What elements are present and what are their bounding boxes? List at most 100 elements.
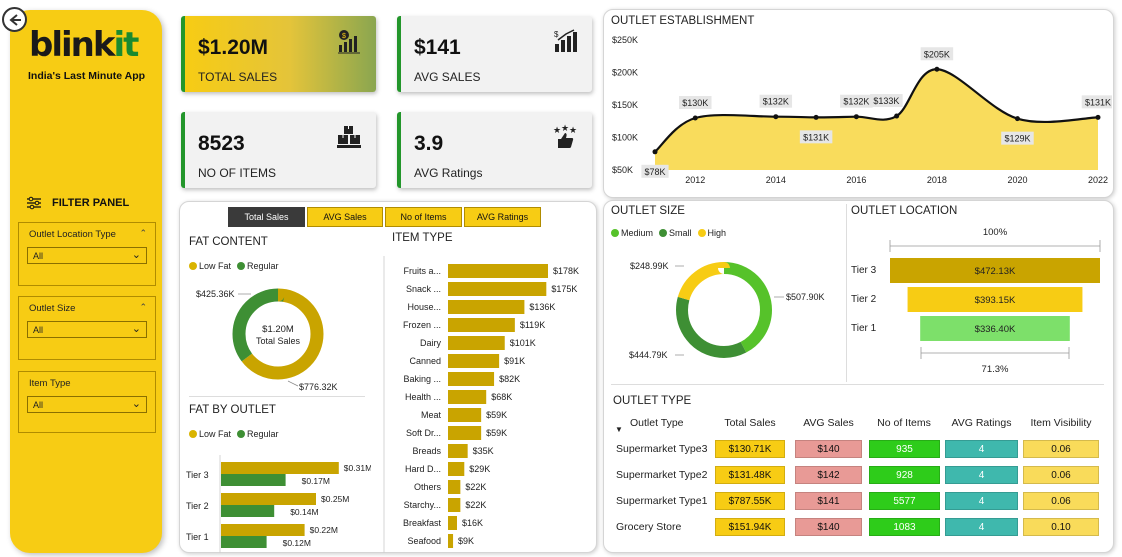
x-tick-label: 2022 [1088,175,1108,185]
regular-value-label: $425.36K [196,289,235,299]
cell-avg-sales: $142 [795,466,862,484]
outlet-establishment-title: OUTLET ESTABLISHMENT [611,15,755,27]
x-tick-label: 2018 [927,175,947,185]
item-type-category-label: Hard D... [405,464,441,474]
cell-item-visibility: 0.06 [1023,492,1099,510]
cell-avg-ratings: 4 [945,518,1018,536]
fat-outlet-value-label: $0.25M [321,494,349,504]
tab-avg-ratings[interactable]: AVG Ratings [464,207,541,227]
outlet-establishment-chart: $50K $100K $150K $200K $250K 2012 2014 2016 2018… [612,35,1112,185]
kpi-value: 8523 [198,132,245,155]
sort-desc-icon[interactable]: ▼ [615,425,623,434]
tab-no-of-items[interactable]: No of Items [385,207,462,227]
item-type-bar [448,264,548,278]
y-tick-label: $100K [612,133,638,143]
fat-outlet-value-label: $0.12M [283,538,311,548]
small-value-label: $444.79K [629,350,668,360]
outlet-size-select[interactable]: All ⌄ [27,321,147,338]
filter-outlet-size: Outlet Size ⌃ All ⌄ [18,296,156,360]
item-type-category-label: Frozen ... [403,320,441,330]
col-header-avg-ratings[interactable]: AVG Ratings [944,417,1019,429]
cell-avg-sales: $140 [795,518,862,536]
item-type-value-label: $22K [465,500,486,510]
donut-center-value: $1.20M [262,324,294,335]
chevron-up-icon[interactable]: ⌃ [139,302,147,313]
cell-avg-ratings: 4 [945,492,1018,510]
y-tick-label: $250K [612,35,638,45]
kpi-avg-sales: $141 AVG SALES $ [397,16,592,92]
item-type-category-label: Starchy... [404,500,441,510]
item-type-value-label: $91K [504,356,525,366]
y-tick-label: $200K [612,68,638,78]
item-type-category-label: Canned [409,356,441,366]
fat-outlet-bar-regular [221,505,275,517]
establishment-value-label: $131K [803,132,829,142]
thumbs-up-stars-icon: ★ ★ ★ [553,124,577,148]
legend-low-fat: Low Fat [189,261,231,271]
fat-outlet-bar-low-fat [221,462,339,474]
col-header-item-visibility[interactable]: Item Visibility [1022,417,1100,429]
cell-item-visibility: 0.06 [1023,440,1099,458]
item-type-bar [448,498,461,512]
establishment-value-label: $205K [924,49,950,59]
legend-high: High [697,228,726,238]
dollar-bars-icon: $ [554,29,577,52]
fat-outlet-category-label: Tier 3 [186,470,209,480]
x-tick-label: 2020 [1007,175,1027,185]
item-type-bar [448,534,454,548]
donut-center-label: Total Sales [256,336,301,346]
item-type-select[interactable]: All ⌄ [27,396,147,413]
chevron-up-icon[interactable]: ⌃ [139,228,147,239]
item-type-bar [448,336,505,350]
x-tick-label: 2016 [846,175,866,185]
select-value: All [33,325,44,335]
establishment-point [1014,116,1020,122]
kpi-label: AVG Ratings [414,166,483,180]
item-type-bar [448,372,495,386]
fat-outlet-value-label: $0.17M [302,476,330,486]
establishment-point [813,114,819,120]
item-type-title: ITEM TYPE [392,232,453,244]
kpi-value: $141 [414,36,461,59]
funnel-category-label: Tier 2 [851,294,877,305]
col-header-total-sales[interactable]: Total Sales [715,417,785,429]
kpi-avg-ratings: 3.9 AVG Ratings ★ ★ ★ [397,112,592,188]
medium-value-label: $507.90K [786,292,825,302]
item-type-value-label: $9K [458,536,474,546]
fat-outlet-bar-low-fat [221,524,305,536]
establishment-point [692,115,698,121]
divider [189,396,365,397]
fat-outlet-bar-regular [221,474,286,486]
item-type-category-label: Seafood [407,536,441,546]
boxes-stack-icon [337,126,361,148]
outlet-location-type-select[interactable]: All ⌄ [27,247,147,264]
item-type-bar [448,516,457,530]
col-header-avg-sales[interactable]: AVG Sales [795,417,862,429]
back-button[interactable] [2,7,27,32]
blinkit-logo: blinkit [29,25,139,65]
kpi-value: $1.20M [198,36,269,59]
establishment-point [934,66,940,72]
establishment-point [1095,114,1101,120]
fat-by-outlet-title: FAT BY OUTLET [189,404,276,416]
establishment-value-label: $132K [843,97,869,107]
item-type-category-label: Dairy [420,338,442,348]
cell-item-visibility: 0.06 [1023,466,1099,484]
cell-no-of-items: 928 [869,466,940,484]
outlet-type-title: OUTLET TYPE [613,395,692,407]
tagline: India's Last Minute App [28,70,146,82]
funnel-bottom-pct: 71.3% [982,364,1009,375]
item-type-category-label: Health ... [405,392,441,402]
col-header-outlet-type[interactable]: Outlet Type [630,417,684,429]
tab-avg-sales[interactable]: AVG Sales [307,207,383,227]
legend-regular: Regular [237,261,279,271]
tab-total-sales[interactable]: Total Sales [228,207,305,227]
col-header-no-of-items[interactable]: No of Items [868,417,940,429]
filter-panel-title: FILTER PANEL [26,196,129,210]
legend-regular: Regular [237,429,279,439]
select-value: All [33,400,44,410]
fat-content-title: FAT CONTENT [189,236,268,248]
establishment-value-label: $133K [873,96,899,106]
item-type-bar [448,318,515,332]
filter-panel-label: FILTER PANEL [52,197,130,209]
